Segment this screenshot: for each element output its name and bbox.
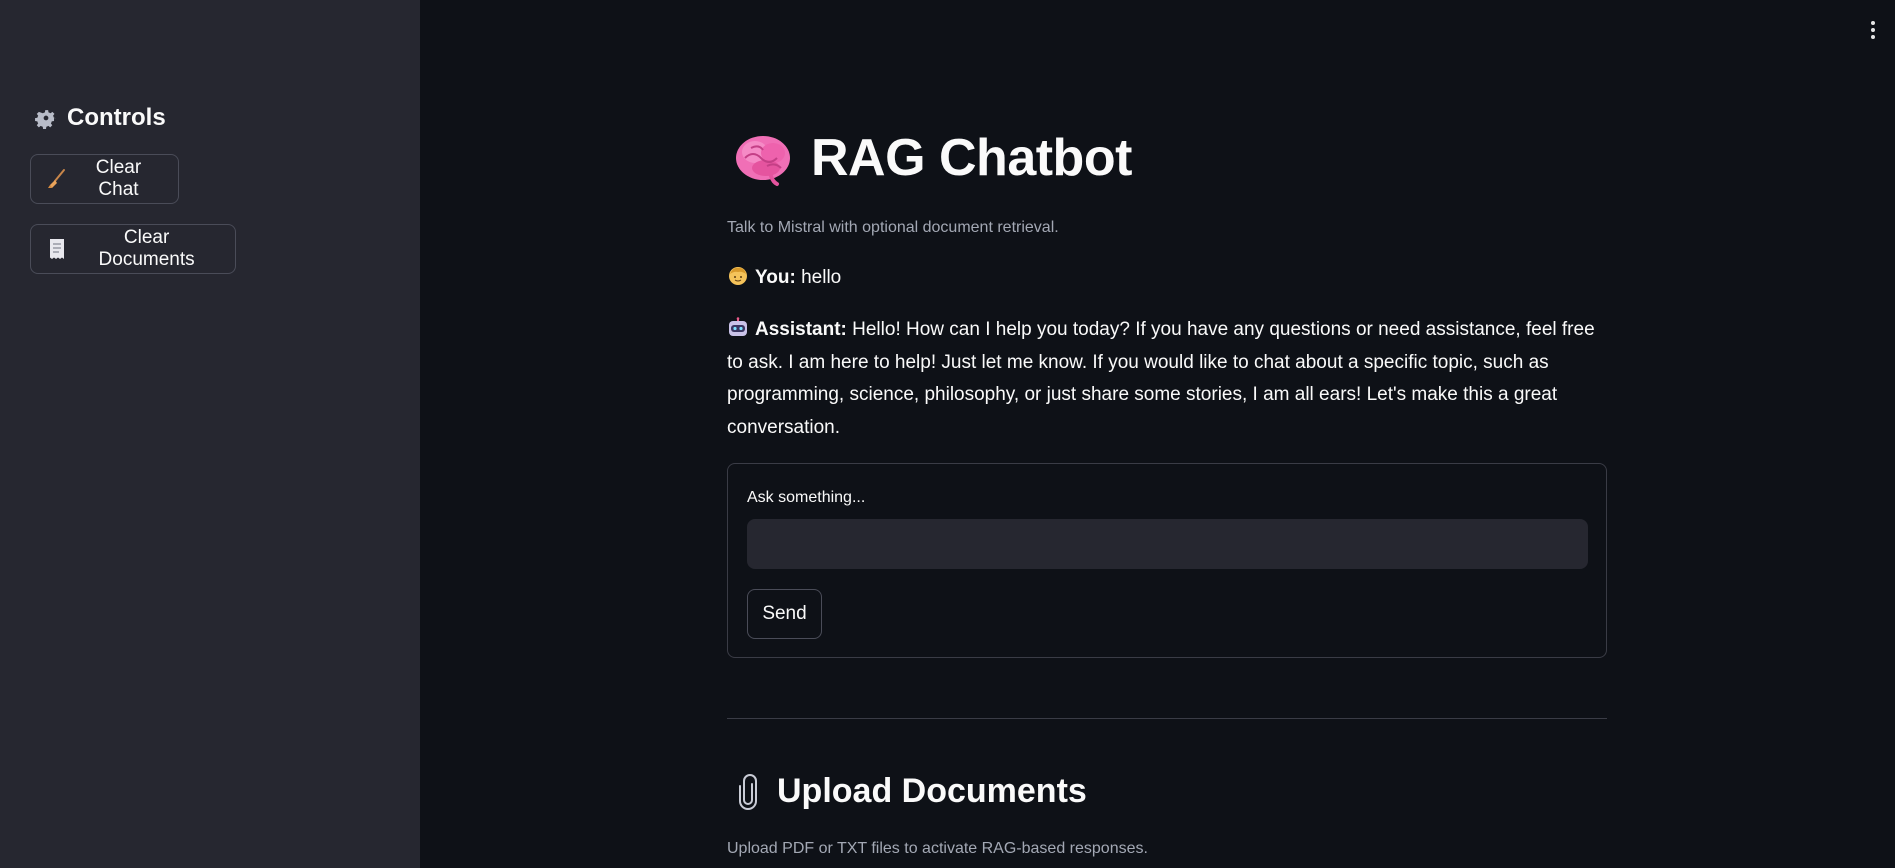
page-title: RAG Chatbot (811, 129, 1132, 187)
broom-icon (47, 168, 67, 190)
section-divider (727, 718, 1607, 719)
menu-dot (1871, 21, 1875, 25)
gear-icon (33, 105, 59, 131)
sidebar-header-label: Controls (67, 104, 166, 131)
assistant-message-text: Hello! How can I help you today? If you … (727, 319, 1595, 438)
chat-message-user: You: hello (727, 262, 1607, 295)
chat-form: Ask something... Send (727, 463, 1607, 658)
receipt-icon (47, 238, 66, 260)
user-role-label: You: (755, 267, 796, 288)
upload-title: Upload Documents (777, 772, 1087, 810)
person-icon (727, 265, 749, 287)
sidebar-header: Controls (33, 104, 166, 132)
menu-dot (1871, 35, 1875, 39)
user-message-text: hello (801, 267, 842, 288)
app-root: Controls Clear Chat Clear Documents RAG … (0, 0, 1895, 868)
chat-input-label: Ask something... (747, 489, 866, 506)
robot-icon (727, 317, 749, 339)
page-subtitle: Talk to Mistral with optional document r… (727, 219, 1059, 236)
upload-section-header: Upload Documents (737, 772, 1087, 811)
chat-input[interactable] (747, 519, 1588, 569)
clear-chat-button[interactable]: Clear Chat (30, 154, 179, 204)
clear-documents-button[interactable]: Clear Documents (30, 224, 236, 274)
paperclip-icon (737, 773, 759, 810)
send-button[interactable]: Send (747, 589, 822, 639)
brain-icon (733, 128, 793, 188)
clear-documents-label: Clear Documents (98, 227, 195, 270)
menu-dot (1871, 28, 1875, 32)
page-title-row: RAG Chatbot (733, 128, 1132, 188)
chat-message-assistant: Assistant: Hello! How can I help you tod… (727, 314, 1607, 444)
assistant-role-label: Assistant: (755, 319, 847, 340)
upload-subtitle: Upload PDF or TXT files to activate RAG-… (727, 840, 1148, 857)
clear-chat-label: Clear Chat (95, 157, 142, 200)
main-menu-button[interactable] (1865, 18, 1881, 42)
sidebar: Controls Clear Chat Clear Documents (0, 0, 420, 868)
